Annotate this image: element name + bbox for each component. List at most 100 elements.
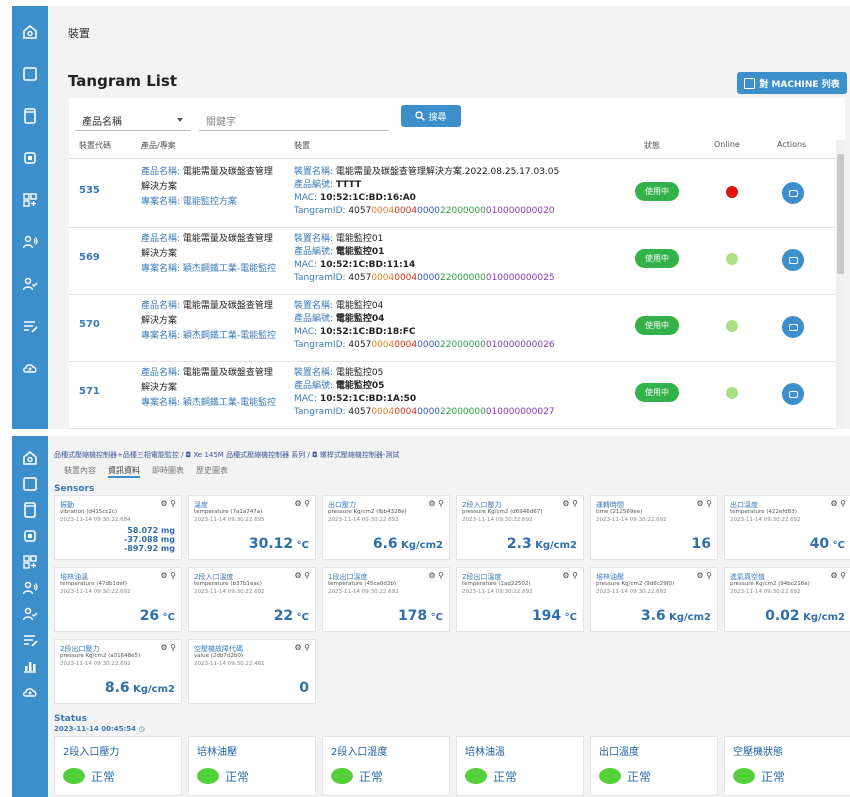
- device-code-line: 產品編號: 電能監控05: [294, 380, 624, 393]
- gear-icon[interactable]: ⚙: [696, 499, 706, 508]
- pin-icon[interactable]: ⚲: [706, 571, 712, 580]
- sensor-number: 8.6: [104, 680, 130, 696]
- status-ok-indicator: [733, 768, 755, 784]
- pin-icon[interactable]: ⚲: [170, 571, 176, 580]
- user-check-icon[interactable]: [21, 605, 39, 623]
- gear-icon[interactable]: ⚙: [160, 499, 170, 508]
- chip-icon[interactable]: [21, 149, 39, 167]
- tablet-icon[interactable]: [21, 501, 39, 519]
- tab-3[interactable]: 即時圖表: [152, 466, 184, 475]
- gear-icon[interactable]: ⚙: [562, 499, 572, 508]
- pin-icon[interactable]: ⚲: [170, 643, 176, 652]
- breadcrumb[interactable]: 品種式壓縮機控制器+品種三相電能監控 / ◘ Xe 145M 品種式壓縮機控制器…: [54, 450, 399, 460]
- home-icon[interactable]: [21, 449, 39, 467]
- device-name-label: 裝置名稱:: [294, 301, 336, 311]
- sensor-card: 運轉時間 ⚙ ⚲ time (212569ee) 2023-11-14 09:30:2…: [590, 495, 718, 560]
- home-icon[interactable]: [21, 23, 39, 41]
- device-code[interactable]: 571: [79, 386, 100, 397]
- project-name-value[interactable]: 穎杰鋼鐵工業-電能監控: [183, 331, 276, 341]
- device-code[interactable]: 535: [79, 185, 100, 196]
- gear-icon[interactable]: ⚙: [696, 571, 706, 580]
- device-list-window: 裝置 Tangram List 對 MACHINE 列表 產品名稱 關鍵字 搜尋…: [12, 6, 850, 429]
- gear-icon[interactable]: ⚙: [294, 499, 304, 508]
- keyword-input[interactable]: 關鍵字: [199, 107, 389, 131]
- breadcrumb[interactable]: 裝置: [68, 25, 90, 41]
- project-name-value[interactable]: 穎杰鋼鐵工業-電能監控: [183, 264, 276, 274]
- gear-icon[interactable]: ⚙: [428, 571, 438, 580]
- filter-select[interactable]: 產品名稱: [75, 107, 191, 131]
- cloud-icon[interactable]: [21, 359, 39, 377]
- mac-value: 10:52:1C:BD:11:14: [319, 260, 416, 270]
- pin-icon[interactable]: ⚲: [840, 571, 846, 580]
- tab-4[interactable]: 歷史圖表: [196, 466, 228, 475]
- device-code[interactable]: 570: [79, 319, 100, 330]
- pin-icon[interactable]: ⚲: [304, 499, 310, 508]
- status-name: 培林油壓: [197, 747, 237, 758]
- tab-2[interactable]: 資訊資料: [108, 466, 140, 478]
- pin-icon[interactable]: ⚲: [438, 571, 444, 580]
- gear-icon[interactable]: ⚙: [294, 571, 304, 580]
- pin-icon[interactable]: ⚲: [840, 499, 846, 508]
- table-row[interactable]: 570 產品名稱: 電能需量及碳盤查管理解決方案 專案名稱: 穎杰鋼鐵工業-電能監控…: [69, 294, 837, 362]
- tangram-id-segment: 010000000: [485, 407, 538, 417]
- device-cell: 裝置名稱: 電能監控01 產品編號: 電能監控01 MAC: 10:52:1C:BD…: [294, 233, 624, 285]
- pin-icon[interactable]: ⚲: [170, 499, 176, 508]
- table-row[interactable]: 571 產品名稱: 電能需量及碳盤查管理解決方案 專案名稱: 穎杰鋼鐵工業-電能監控…: [69, 361, 837, 429]
- gear-icon[interactable]: ⚙: [830, 571, 840, 580]
- project-name-value[interactable]: 穎杰鋼鐵工業-電能監控: [183, 398, 276, 408]
- sensor-card: 2段入口溫度 ⚙ ⚲ temperature (b37b1eac) 2023-11-1…: [188, 567, 316, 632]
- view-device-button[interactable]: [782, 383, 804, 405]
- search-button[interactable]: 搜尋: [401, 105, 461, 127]
- pin-icon[interactable]: ⚲: [304, 571, 310, 580]
- chip-icon[interactable]: [21, 527, 39, 545]
- scrollbar[interactable]: [836, 140, 845, 429]
- device-name-value: 電能需量及碳盤查管理解決方案.2022.08.25.17.03.05: [335, 167, 560, 177]
- chart-icon[interactable]: [21, 657, 39, 675]
- table-row[interactable]: 535 產品名稱: 電能需量及碳盤查管理解決方案 專案名稱: 電能監控方案 裝置名稱:…: [69, 160, 837, 228]
- pin-icon[interactable]: ⚲: [304, 643, 310, 652]
- sensor-type: pressure Kg/cm2 (fbb4328e): [328, 509, 407, 515]
- grid-plus-icon[interactable]: [21, 191, 39, 209]
- square-icon[interactable]: [21, 65, 39, 83]
- sensor-card: 空壓機故障代碼 ⚙ ⚲ value (2db7d2b0) 2023-11-14 09:…: [188, 639, 316, 704]
- grid-plus-icon[interactable]: [21, 553, 39, 571]
- tangram-id-line: TangramID: 40570004000400002200000001000…: [294, 272, 624, 285]
- list-edit-icon[interactable]: [21, 631, 39, 649]
- pin-icon[interactable]: ⚲: [572, 571, 578, 580]
- status-badge[interactable]: 使用中: [635, 383, 679, 402]
- pin-icon[interactable]: ⚲: [438, 499, 444, 508]
- status-name: 培林油溫: [465, 747, 505, 758]
- status-badge[interactable]: 使用中: [635, 249, 679, 268]
- cloud-icon[interactable]: [21, 683, 39, 701]
- view-device-button[interactable]: [782, 182, 804, 204]
- view-device-button[interactable]: [782, 316, 804, 338]
- gear-icon[interactable]: ⚙: [428, 499, 438, 508]
- status-badge[interactable]: 使用中: [635, 182, 679, 201]
- gear-icon[interactable]: ⚙: [830, 499, 840, 508]
- gear-icon[interactable]: ⚙: [294, 643, 304, 652]
- user-check-icon[interactable]: [21, 275, 39, 293]
- pin-icon[interactable]: ⚲: [706, 499, 712, 508]
- scrollbar-thumb[interactable]: [837, 154, 844, 274]
- user-wifi-icon[interactable]: [21, 233, 39, 251]
- user-wifi-icon[interactable]: [21, 579, 39, 597]
- sensor-number: 40: [809, 536, 830, 552]
- gear-icon[interactable]: ⚙: [160, 643, 170, 652]
- view-device-button[interactable]: [782, 249, 804, 271]
- sensor-timestamp: 2023-11-14 09:30:22.692: [328, 589, 399, 595]
- tangram-id-segment: 026: [537, 340, 555, 350]
- gear-icon[interactable]: ⚙: [160, 571, 170, 580]
- device-code[interactable]: 569: [79, 252, 100, 263]
- status-badge[interactable]: 使用中: [635, 316, 679, 335]
- gear-icon[interactable]: ⚙: [562, 571, 572, 580]
- pin-icon[interactable]: ⚲: [572, 499, 578, 508]
- table-row[interactable]: 569 產品名稱: 電能需量及碳盤查管理解決方案 專案名稱: 穎杰鋼鐵工業-電能監控…: [69, 227, 837, 295]
- tablet-icon[interactable]: [21, 107, 39, 125]
- project-name-value[interactable]: 電能監控方案: [183, 197, 237, 207]
- sensor-value: 6.6 Kg/cm2: [373, 536, 443, 552]
- machine-list-button[interactable]: 對 MACHINE 列表: [737, 72, 847, 94]
- tab-1[interactable]: 裝置內容: [64, 466, 96, 475]
- square-icon[interactable]: [21, 475, 39, 493]
- list-edit-icon[interactable]: [21, 317, 39, 335]
- sensor-value: 58.072 mg: [127, 526, 175, 535]
